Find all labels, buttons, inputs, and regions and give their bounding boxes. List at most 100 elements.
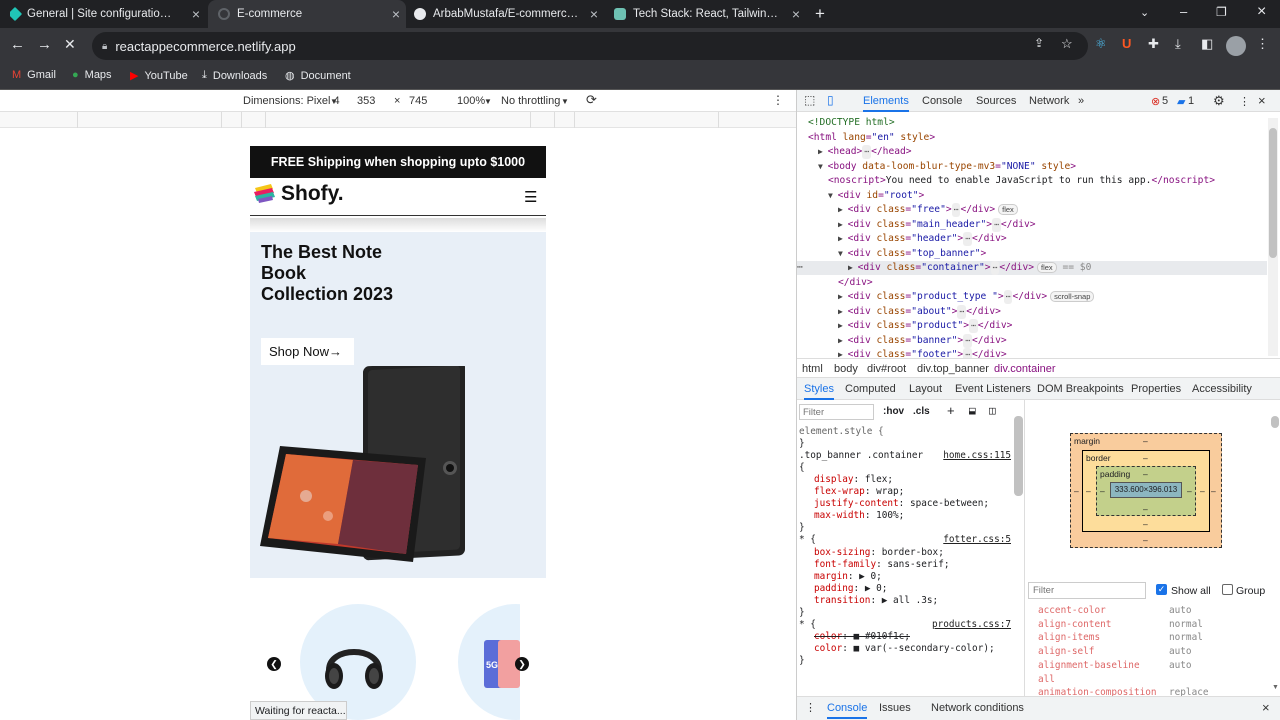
css-property-value[interactable]: ■ #010f1c; xyxy=(854,631,910,642)
css-property-name[interactable]: color xyxy=(814,643,842,654)
css-property-value[interactable]: ■ var(--secondary-color); xyxy=(854,643,995,654)
tab-dom-breakpoints[interactable]: DOM Breakpoints xyxy=(1037,383,1124,395)
css-declaration[interactable]: padding: ▶ 0; xyxy=(814,583,1024,595)
react-devtools-icon[interactable]: ⚛ xyxy=(1095,36,1107,52)
more-menu-icon[interactable]: ⋮ xyxy=(1256,36,1269,52)
maximize-icon[interactable]: ❐ xyxy=(1216,5,1227,19)
back-icon[interactable]: ← xyxy=(10,36,25,53)
css-property-value[interactable]: ▶ 0; xyxy=(859,571,882,582)
browser-tab[interactable]: ArbabMustafa/E-commerce_Rea × xyxy=(414,0,604,28)
dom-node-line[interactable]: ▼ <div id="root"> xyxy=(828,189,924,203)
dom-node-line[interactable]: ▼ <body data-loom-blur-type-mv3="NONE" s… xyxy=(818,160,1076,174)
tab-sources[interactable]: Sources xyxy=(976,95,1016,107)
css-brace[interactable]: } xyxy=(799,522,1011,534)
padding-left-value[interactable]: – xyxy=(1100,486,1105,496)
new-rule-icon[interactable]: + xyxy=(947,403,955,418)
css-property-name[interactable]: box-sizing xyxy=(814,547,870,558)
tab-layout[interactable]: Layout xyxy=(909,383,942,395)
group-checkbox[interactable] xyxy=(1222,584,1233,595)
expand-triangle-icon[interactable]: ▶ xyxy=(838,350,848,358)
browser-tab[interactable]: Tech Stack: React, Tailwind, Fireb × xyxy=(614,0,806,28)
collapsed-ellipsis[interactable]: ⋯ xyxy=(968,319,978,333)
share-icon[interactable]: ⇪ xyxy=(1034,36,1044,50)
computed-property-name[interactable]: all xyxy=(1038,674,1055,685)
dom-node-line[interactable]: ▶ <div class="footer"> ⋯ </div> xyxy=(838,348,1007,358)
tab-search-icon[interactable]: ⌄ xyxy=(1140,6,1149,19)
avatar[interactable] xyxy=(1226,36,1246,56)
css-property-value[interactable]: sans-serif; xyxy=(887,559,949,570)
bookmark-youtube[interactable]: ▶ YouTube xyxy=(130,69,188,83)
padding-bottom-value[interactable]: – xyxy=(1143,504,1148,514)
expand-triangle-icon[interactable]: ▶ xyxy=(848,263,858,272)
computed-property-name[interactable]: align-content xyxy=(1038,619,1111,630)
margin-bottom-value[interactable]: – xyxy=(1143,535,1148,545)
computed-property-name[interactable]: alignment-baseline xyxy=(1038,660,1140,671)
dom-scrollbar-thumb[interactable] xyxy=(1269,128,1277,258)
tab-console[interactable]: Console xyxy=(922,95,962,107)
css-declaration[interactable]: margin: ▶ 0; xyxy=(814,571,1024,583)
extensions-icon[interactable]: ✚ xyxy=(1148,36,1159,52)
download-icon[interactable]: ⤓ xyxy=(1175,36,1181,52)
styles-filter-input[interactable] xyxy=(799,404,874,420)
dom-node-line[interactable]: ▶ <div class="container"> ⋯ </div> flex == … xyxy=(797,261,1267,275)
computed-property-name[interactable]: align-items xyxy=(1038,632,1100,643)
close-tab-icon[interactable]: × xyxy=(792,6,800,22)
css-property-value[interactable]: space-between; xyxy=(910,498,989,509)
close-devtools-icon[interactable]: × xyxy=(1258,93,1266,108)
hover-state-toggle[interactable]: :hov xyxy=(883,406,904,417)
css-property-value[interactable]: ▶ 0; xyxy=(865,583,888,594)
css-rule-header[interactable]: .top_banner .container home.css:115 xyxy=(799,450,1011,462)
breadcrumb-item[interactable]: div#root xyxy=(867,363,906,375)
css-source-link[interactable]: fotter.css:5 xyxy=(943,534,1011,546)
expand-triangle-icon[interactable]: ▶ xyxy=(838,205,848,214)
css-property-value[interactable]: ▶ all .3s; xyxy=(882,595,938,606)
margin-top-value[interactable]: – xyxy=(1143,436,1148,446)
css-property-value[interactable]: flex; xyxy=(865,474,893,485)
address-bar[interactable]: 🔒︎ reactappecommerce.netlify.app xyxy=(92,32,1088,60)
bookmark-downloads[interactable]: ⤓ Downloads xyxy=(202,69,267,82)
brand-name[interactable]: Shofy. xyxy=(281,182,344,206)
expand-triangle-icon[interactable]: ▶ xyxy=(838,220,848,229)
side-panel-icon[interactable]: ◧ xyxy=(1201,36,1213,52)
css-brace[interactable]: { xyxy=(799,462,1011,474)
close-tab-icon[interactable]: × xyxy=(192,6,200,22)
css-rule-header[interactable]: * {fotter.css:5 xyxy=(799,534,1011,546)
dom-node-line[interactable]: <!DOCTYPE html> xyxy=(808,116,895,130)
browser-tab[interactable]: General | Site configuration | rea × xyxy=(10,0,206,28)
layout-badge[interactable]: scroll-snap xyxy=(1050,291,1095,302)
dom-node-line[interactable]: ▶ <div class="main_header"> ⋯ </div> xyxy=(838,217,1036,232)
css-selector[interactable]: * { xyxy=(799,619,816,630)
bookmark-maps[interactable]: ● Maps xyxy=(72,69,112,81)
breadcrumb-item[interactable]: div.top_banner xyxy=(917,363,989,375)
css-property-name[interactable]: transition xyxy=(814,595,870,606)
element-style-rule[interactable]: element.style { xyxy=(799,426,1011,438)
collapsed-ellipsis[interactable]: ⋯ xyxy=(957,304,967,319)
close-tab-icon[interactable]: × xyxy=(590,6,598,22)
height-input[interactable]: 745 xyxy=(409,95,427,107)
computed-property-name[interactable]: align-self xyxy=(1038,646,1094,657)
dom-node-line[interactable]: ▶ <div class="about"> ⋯ </div> xyxy=(838,304,1001,319)
collapsed-ellipsis[interactable]: ⋯ xyxy=(963,348,973,358)
bookmark-gmail[interactable]: M Gmail xyxy=(12,69,56,81)
css-declaration[interactable]: justify-content: space-between; xyxy=(814,498,1024,510)
styles-scrollbar-thumb[interactable] xyxy=(1014,416,1023,496)
layout-badge[interactable]: flex xyxy=(1037,262,1057,273)
throttle-select[interactable]: No throttling xyxy=(501,95,560,107)
collapse-triangle-icon[interactable]: ▼ xyxy=(818,162,828,171)
new-tab-icon[interactable]: + xyxy=(815,4,825,24)
collapse-triangle-icon[interactable]: ▼ xyxy=(838,249,848,258)
expand-triangle-icon[interactable]: ▶ xyxy=(838,307,848,316)
css-declaration[interactable]: color: ■ #010f1c; xyxy=(814,631,1024,643)
css-property-name[interactable]: justify-content xyxy=(814,498,899,509)
dom-node-line[interactable]: <html lang="en" style> xyxy=(808,131,935,145)
tab-computed[interactable]: Computed xyxy=(845,383,896,395)
more-tabs-icon[interactable]: » xyxy=(1078,95,1084,107)
device-toolbar-icon[interactable]: ▯ xyxy=(827,93,834,107)
css-declaration[interactable]: display: flex; xyxy=(814,474,1024,486)
tab-accessibility[interactable]: Accessibility xyxy=(1192,383,1252,395)
tab-network[interactable]: Network xyxy=(1029,95,1069,107)
shofy-logo-icon[interactable] xyxy=(253,182,277,204)
css-property-name[interactable]: display xyxy=(814,474,854,485)
close-tab-icon[interactable]: × xyxy=(392,6,400,22)
paint-icon[interactable]: ⬓ xyxy=(969,404,976,417)
